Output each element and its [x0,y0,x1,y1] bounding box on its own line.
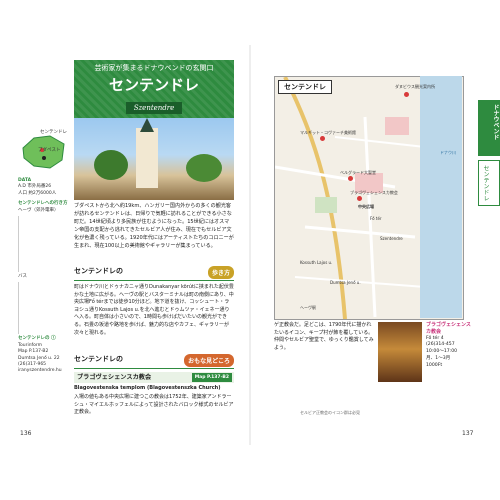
map-label[interactable]: ヘーヴ駅 [300,305,316,311]
map-label: Kossuth Lajos u. [300,260,333,265]
spot-map-ref[interactable]: Map P.137-B2 [191,373,232,382]
page-number-left: 136 [20,430,32,437]
spot-info-box: ブラゴヴェシェンスカ教会 Fő tér 4 (26)314-457 10:00〜… [426,322,472,370]
walk-section-heading: センテンドレの 歩き方 [74,266,234,281]
page-number-right: 137 [462,430,474,437]
tourinform-url[interactable]: iranyszentendre.hu [18,368,70,374]
title-latin-tag: Szentendre [126,102,182,114]
info-hours: 10:00〜17:00 [426,349,458,355]
map-title: センテンドレ [278,80,332,94]
map-label[interactable]: ベルグラード大聖堂 [340,170,376,176]
sights-badge: おもな見どころ [184,354,234,367]
spot-name-latin: Blagovestenska templom (Blagovestenszka … [74,385,221,391]
access-heading: センテンドレへの行き方 [18,201,68,207]
map-pin[interactable] [320,136,325,141]
spot-name: ブラゴヴェシェンスカ教会 [77,374,152,381]
population-row: 人口 約2万6000人 [18,190,57,196]
sidebar-info: DATA A.D 市外局番26 人口 約2万6000人 センテンドレへの行き方 … [18,178,70,375]
access-text-block [18,216,70,273]
town-photo [74,118,234,200]
info-heading: ブラゴヴェシェンスカ教会 [426,322,471,335]
map-label[interactable]: ダヌビウス観光案内所 [395,84,435,90]
section-tab[interactable]: センテンドレ [478,160,500,206]
bus-text-block [18,282,70,335]
page-title: センテンドレ [108,76,199,94]
locator-label-szentendre: センテンドレ [40,130,67,135]
bus-label: バス [18,274,27,280]
map-photo-caption: セルビア正教会のイコン群は必見 [300,410,360,415]
title-banner: 芸術家が集まるドナウベンドの玄関口 センテンドレ Szentendre [74,60,234,118]
photo-church-tower [136,128,158,188]
locator-label-budapest: ブダペスト [38,148,61,154]
right-body-text: ゲ正教会だ。足どこは、1790年代に描かれたいるイコン、キープ村が飾を覆している… [274,322,374,351]
photo-tree [186,154,222,182]
photo-tree [94,150,128,180]
chapter-tab[interactable]: ドナウベンド [478,100,500,156]
iconostasis-photo [378,322,422,382]
map-pin[interactable] [357,196,362,201]
locator-labels: センテンドレ ブダペスト [30,130,70,155]
map-label[interactable]: ブラゴヴェシェンスカ教会 [350,190,398,196]
walk-badge: 歩き方 [207,266,234,279]
banner-kicker: 芸術家が集まるドナウベンドの玄関口 [94,64,214,72]
danube-river [420,76,462,318]
lead-paragraph: ブダペストから北へ約19km、ハンガリー国内外からの多くの観光客が訪れるセンテン… [74,203,234,249]
spot-heading: ブラゴヴェシェンスカ教会 Map P.137-B2 [74,372,234,383]
map-label: ドナウ川 [440,150,456,155]
sights-section-heading: センテンドレの おもな見どころ [74,354,234,369]
info-closed: 月、1〜3月 [426,355,451,361]
map-label[interactable]: マルギット・コヴァーチ美術館 [300,130,356,136]
photo-church-spire [140,118,154,132]
map-label[interactable]: 中央広場 [358,204,374,210]
map-label: Dumtsa Jenő u. [330,280,361,285]
spot-body: 入場の値もある中央広場に建つこの教会は1752年、建築家アンドラーシュ・マイエル… [74,394,234,416]
info-fee: 1000Ft [426,362,443,368]
walk-body: 町はドナウ川とドゥナカニャ通りDunakanyar körútに挟まれた起伏豊か… [74,284,234,336]
book-gutter [249,45,251,445]
map-label: Szentendre [380,236,403,241]
map-pin[interactable] [348,176,353,181]
map-label: Fő tér [370,216,382,221]
map-pin[interactable] [404,92,409,97]
hev-label: ヘーヴ（郊外電車） [18,207,59,213]
